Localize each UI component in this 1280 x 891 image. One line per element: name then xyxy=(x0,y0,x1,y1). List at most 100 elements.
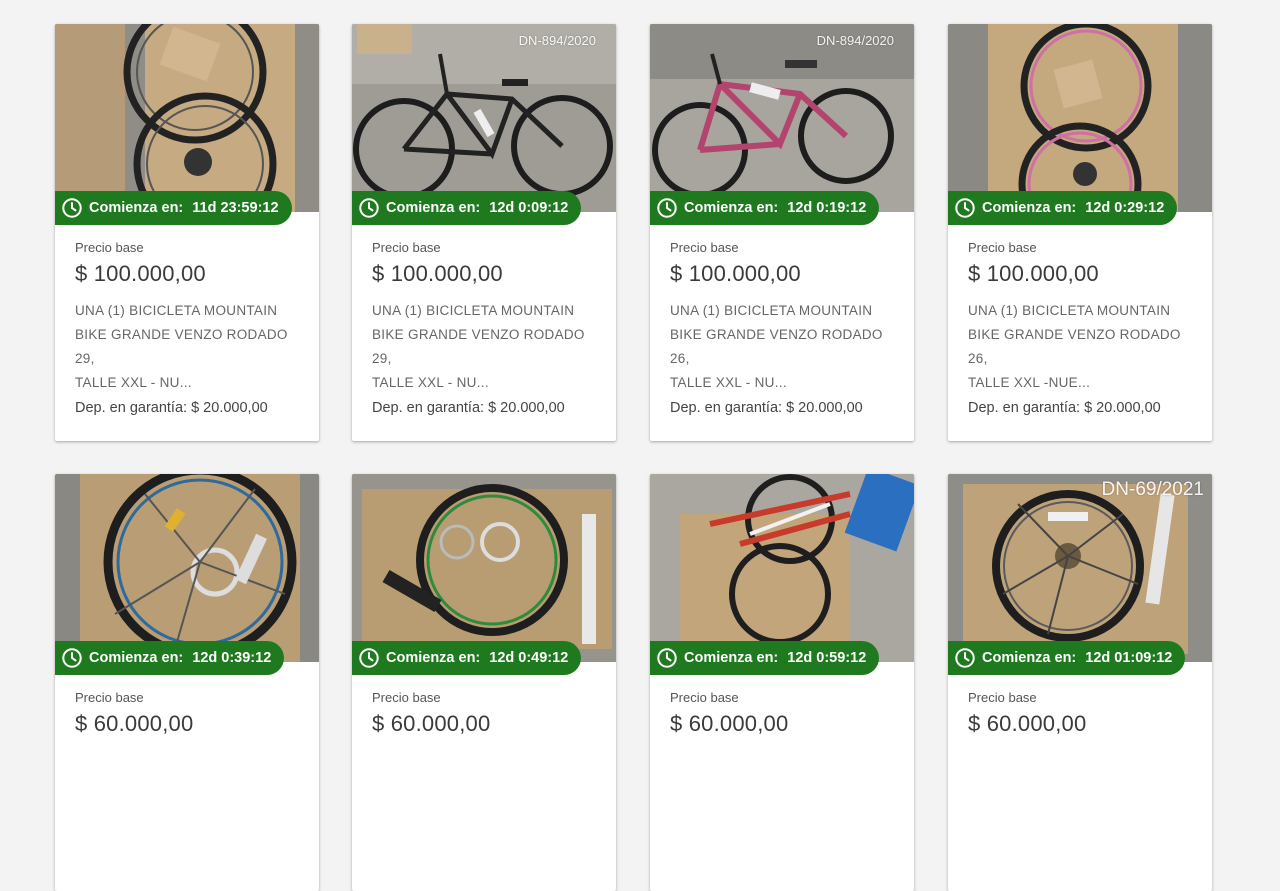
countdown-badge: Comienza en: 12d 0:09:12 xyxy=(352,191,582,225)
deposit-row: Dep. en garantía: $ 20.000,00 xyxy=(670,400,863,416)
clock-icon xyxy=(955,648,975,668)
clock-icon xyxy=(657,198,677,218)
countdown-label: Comienza en: xyxy=(386,650,481,666)
lot-reference: DN-69/2021 xyxy=(1101,479,1204,500)
countdown-badge: Comienza en: 12d 0:59:12 xyxy=(650,641,880,675)
lot-card[interactable]: Comienza en: 12d 0:29:12 Precio base $ 1… xyxy=(948,24,1212,441)
deposit-label: Dep. en garantía: xyxy=(968,400,1081,416)
description-line: BIKE GRANDE VENZO RODADO 26, xyxy=(968,327,1181,366)
lot-card[interactable]: DN-894/2020 Comienza en: 12d 0:19:12 Pre… xyxy=(650,24,914,441)
deposit-row: Dep. en garantía: $ 20.000,00 xyxy=(968,400,1161,416)
base-price-value: $ 60.000,00 xyxy=(670,711,789,736)
lot-reference: DN-894/2020 xyxy=(518,33,596,48)
deposit-value: $ 20.000,00 xyxy=(786,400,863,416)
countdown-badge: Comienza en: 12d 0:29:12 xyxy=(948,191,1178,225)
lot-card[interactable]: DN-894/2020 Comienza en: 12d 0:09:12 Pre… xyxy=(352,24,616,441)
base-price-label: Precio base xyxy=(372,240,441,255)
clock-icon xyxy=(62,198,82,218)
description-line: UNA (1) BICICLETA MOUNTAIN xyxy=(968,303,1171,318)
deposit-value: $ 20.000,00 xyxy=(191,400,268,416)
base-price-label: Precio base xyxy=(968,690,1037,705)
base-price-label: Precio base xyxy=(968,240,1037,255)
base-price-label: Precio base xyxy=(372,690,441,705)
deposit-label: Dep. en garantía: xyxy=(372,400,485,416)
description-line: TALLE XXL - NU... xyxy=(372,375,489,390)
description-line: BIKE GRANDE VENZO RODADO 29, xyxy=(75,327,288,366)
base-price-value: $ 100.000,00 xyxy=(372,261,503,286)
countdown-label: Comienza en: xyxy=(89,200,184,216)
lot-body: Precio base $ 100.000,00 UNA (1) BICICLE… xyxy=(670,237,898,390)
description-line: TALLE XXL - NU... xyxy=(670,375,787,390)
lot-reference: DN-894/2020 xyxy=(816,33,894,48)
lot-card[interactable]: Comienza en: 12d 0:59:12 Precio base $ 6… xyxy=(650,474,914,891)
countdown-value: 12d 0:59:12 xyxy=(787,650,867,666)
base-price-label: Precio base xyxy=(75,690,144,705)
description-line: UNA (1) BICICLETA MOUNTAIN xyxy=(75,303,278,318)
lot-description: UNA (1) BICICLETA MOUNTAIN BIKE GRANDE V… xyxy=(372,299,600,390)
lot-body: Precio base $ 100.000,00 UNA (1) BICICLE… xyxy=(372,237,600,390)
countdown-value: 12d 0:49:12 xyxy=(489,650,569,666)
deposit-row: Dep. en garantía: $ 20.000,00 xyxy=(372,400,565,416)
lot-card[interactable]: Comienza en: 12d 0:49:12 Precio base $ 6… xyxy=(352,474,616,891)
lot-description: UNA (1) BICICLETA MOUNTAIN BIKE GRANDE V… xyxy=(670,299,898,390)
description-line: BIKE GRANDE VENZO RODADO 29, xyxy=(372,327,585,366)
lot-photo xyxy=(55,474,319,662)
clock-icon xyxy=(955,198,975,218)
base-price-value: $ 60.000,00 xyxy=(372,711,491,736)
countdown-value: 11d 23:59:12 xyxy=(192,200,279,216)
lot-body: Precio base $ 60.000,00 xyxy=(968,687,1196,737)
description-line: UNA (1) BICICLETA MOUNTAIN xyxy=(372,303,575,318)
countdown-value: 12d 0:09:12 xyxy=(489,200,569,216)
countdown-badge: Comienza en: 11d 23:59:12 xyxy=(55,191,292,225)
countdown-label: Comienza en: xyxy=(386,200,481,216)
countdown-label: Comienza en: xyxy=(684,650,779,666)
clock-icon xyxy=(359,648,379,668)
countdown-value: 12d 0:29:12 xyxy=(1085,200,1165,216)
description-line: UNA (1) BICICLETA MOUNTAIN xyxy=(670,303,873,318)
lot-body: Precio base $ 100.000,00 UNA (1) BICICLE… xyxy=(968,237,1196,390)
lot-photo: DN-894/2020 xyxy=(352,24,616,212)
clock-icon xyxy=(359,198,379,218)
lot-card[interactable]: Comienza en: 12d 0:39:12 Precio base $ 6… xyxy=(55,474,319,891)
base-price-label: Precio base xyxy=(75,240,144,255)
lot-card[interactable]: Comienza en: 11d 23:59:12 Precio base $ … xyxy=(55,24,319,441)
lot-photo xyxy=(650,474,914,662)
lot-card[interactable]: DN-69/2021 Comienza en: 12d 01:09:12 Pre… xyxy=(948,474,1212,891)
countdown-badge: Comienza en: 12d 0:19:12 xyxy=(650,191,880,225)
countdown-label: Comienza en: xyxy=(89,650,184,666)
countdown-label: Comienza en: xyxy=(982,200,1077,216)
deposit-label: Dep. en garantía: xyxy=(670,400,783,416)
deposit-row: Dep. en garantía: $ 20.000,00 xyxy=(75,400,268,416)
lot-photo: DN-894/2020 xyxy=(650,24,914,212)
deposit-value: $ 20.000,00 xyxy=(488,400,565,416)
clock-icon xyxy=(657,648,677,668)
countdown-value: 12d 0:19:12 xyxy=(787,200,867,216)
countdown-badge: Comienza en: 12d 0:49:12 xyxy=(352,641,582,675)
lot-body: Precio base $ 60.000,00 xyxy=(372,687,600,737)
base-price-value: $ 100.000,00 xyxy=(968,261,1099,286)
lot-body: Precio base $ 60.000,00 xyxy=(75,687,303,737)
countdown-badge: Comienza en: 12d 01:09:12 xyxy=(948,641,1186,675)
base-price-label: Precio base xyxy=(670,690,739,705)
countdown-badge: Comienza en: 12d 0:39:12 xyxy=(55,641,285,675)
countdown-label: Comienza en: xyxy=(982,650,1077,666)
countdown-value: 12d 01:09:12 xyxy=(1085,650,1173,666)
deposit-value: $ 20.000,00 xyxy=(1084,400,1161,416)
lot-photo xyxy=(948,24,1212,212)
base-price-value: $ 60.000,00 xyxy=(75,711,194,736)
lot-photo xyxy=(55,24,319,212)
lot-body: Precio base $ 60.000,00 xyxy=(670,687,898,737)
lot-description: UNA (1) BICICLETA MOUNTAIN BIKE GRANDE V… xyxy=(75,299,303,390)
countdown-label: Comienza en: xyxy=(684,200,779,216)
lot-photo xyxy=(352,474,616,662)
description-line: TALLE XXL - NU... xyxy=(75,375,192,390)
base-price-value: $ 60.000,00 xyxy=(968,711,1087,736)
base-price-value: $ 100.000,00 xyxy=(670,261,801,286)
countdown-value: 12d 0:39:12 xyxy=(192,650,272,666)
lot-photo: DN-69/2021 xyxy=(948,474,1212,662)
lot-body: Precio base $ 100.000,00 UNA (1) BICICLE… xyxy=(75,237,303,390)
deposit-label: Dep. en garantía: xyxy=(75,400,188,416)
description-line: BIKE GRANDE VENZO RODADO 26, xyxy=(670,327,883,366)
base-price-value: $ 100.000,00 xyxy=(75,261,206,286)
lot-description: UNA (1) BICICLETA MOUNTAIN BIKE GRANDE V… xyxy=(968,299,1196,390)
